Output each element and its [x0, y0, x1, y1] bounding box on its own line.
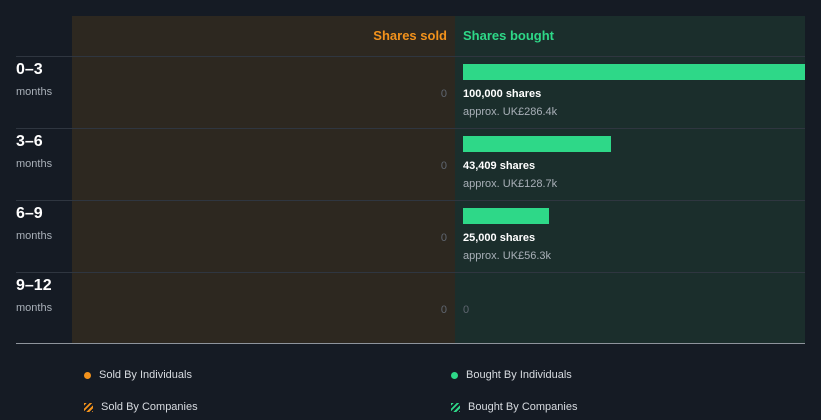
row-divider [16, 200, 805, 201]
bought-value: 0 [463, 304, 470, 316]
row-divider [16, 128, 805, 129]
bought-bar [463, 208, 549, 224]
shares-bought-header: Shares bought [463, 28, 555, 43]
period-label: 0–3 [16, 61, 43, 78]
green-dot-icon [451, 371, 458, 379]
legend-bought-companies: Bought By Companies [451, 401, 577, 413]
row-divider [16, 56, 805, 57]
legend-label: Sold By Companies [101, 401, 198, 413]
bought-shares-label: 100,000 shares [463, 88, 542, 100]
bought-approx-label: approx. UK£56.3k [463, 250, 552, 262]
period-label: 6–9 [16, 205, 43, 222]
orange-hatch-icon [84, 402, 93, 412]
legend-sold-individuals: Sold By Individuals [84, 369, 192, 381]
bought-shares-label: 25,000 shares [463, 232, 536, 244]
period-label: 9–12 [16, 277, 52, 294]
sold-value: 0 [440, 232, 447, 244]
bought-approx-label: approx. UK£286.4k [463, 106, 558, 118]
baseline [16, 343, 805, 344]
sold-value: 0 [440, 304, 447, 316]
row-divider [16, 272, 805, 273]
legend-label: Sold By Individuals [99, 369, 192, 381]
legend-label: Bought By Individuals [466, 369, 572, 381]
period-unit: months [16, 86, 53, 98]
sold-value: 0 [440, 160, 447, 172]
bought-approx-label: approx. UK£128.7k [463, 178, 558, 190]
legend-bought-individuals: Bought By Individuals [451, 369, 572, 381]
period-unit: months [16, 230, 53, 242]
bought-bar [463, 64, 805, 80]
period-label: 3–6 [16, 133, 43, 150]
shares-sold-header: Shares sold [373, 28, 447, 43]
period-unit: months [16, 302, 53, 314]
bought-shares-label: 43,409 shares [463, 160, 536, 172]
legend-sold-companies: Sold By Companies [84, 401, 198, 413]
green-hatch-icon [451, 402, 460, 412]
period-unit: months [16, 158, 53, 170]
legend-label: Bought By Companies [468, 401, 578, 413]
orange-dot-icon [84, 371, 91, 379]
bought-bar [463, 136, 611, 152]
sold-value: 0 [440, 88, 447, 100]
sold-panel [72, 16, 455, 344]
